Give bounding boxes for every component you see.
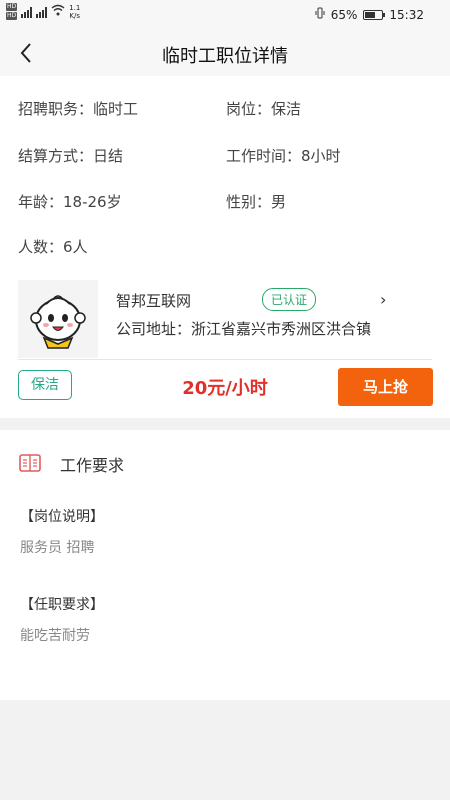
battery-fill	[365, 11, 376, 18]
cell-signal-icon	[21, 6, 33, 18]
job-info-panel: 招聘职务：临时工 岗位：保洁 结算方式：日结 工作时间：8小时 年龄：18-26…	[0, 76, 450, 418]
chevron-right-icon: ›	[380, 290, 387, 309]
company-logo	[18, 280, 98, 358]
network-speed-unit: K/s	[69, 11, 81, 20]
battery-percent: 65%	[330, 7, 358, 22]
verified-badge: 已认证	[262, 288, 317, 311]
job-work-time: 工作时间：8小时	[226, 147, 341, 165]
nav-bar: 临时工职位详情	[0, 30, 450, 76]
wifi-icon	[51, 4, 65, 19]
status-left: HD HD 1.1 K/s	[6, 3, 80, 20]
qualification-heading: 【任职要求】	[20, 597, 104, 613]
hd-badge: HD	[6, 3, 18, 11]
status-bar: HD HD 1.1 K/s 65% 15:32	[0, 0, 450, 30]
job-position: 招聘职务：临时工	[18, 100, 139, 118]
requirements-panel: 工作要求 【岗位说明】 服务员 招聘 【任职要求】 能吃苦耐劳	[0, 430, 450, 700]
job-post: 岗位：保洁	[226, 100, 302, 118]
clock: 15:32	[389, 7, 424, 22]
vibrate-icon	[315, 7, 325, 22]
requirements-title: 工作要求	[60, 456, 125, 475]
job-headcount: 人数：6人	[18, 238, 88, 256]
post-description-heading: 【岗位说明】	[20, 509, 104, 525]
job-gender: 性别：男	[226, 193, 287, 211]
hd-badges: HD HD	[6, 3, 18, 20]
hd-badge: HD	[6, 12, 18, 20]
job-settlement: 结算方式：日结	[18, 147, 124, 165]
post-description-body: 服务员 招聘	[20, 540, 95, 556]
book-icon	[18, 452, 42, 474]
page-title: 临时工职位详情	[162, 46, 288, 67]
battery-icon	[363, 9, 386, 20]
company-address: 公司地址：浙江省嘉兴市秀洲区洪合镇	[116, 320, 372, 338]
company-card[interactable]: 智邦互联网 已认证 › 公司地址：浙江省嘉兴市秀洲区洪合镇	[18, 280, 432, 360]
grab-job-button[interactable]: 马上抢	[338, 368, 433, 406]
status-right: 65% 15:32	[315, 7, 424, 22]
company-name: 智邦互联网	[116, 292, 192, 310]
bun-mascot-logo	[18, 280, 98, 358]
network-speed: 1.1 K/s	[69, 4, 80, 20]
cell-signal-icon	[36, 6, 48, 18]
network-speed-value: 1.1	[69, 3, 81, 12]
job-age: 年龄：18-26岁	[18, 193, 122, 211]
qualification-body: 能吃苦耐劳	[20, 628, 90, 644]
